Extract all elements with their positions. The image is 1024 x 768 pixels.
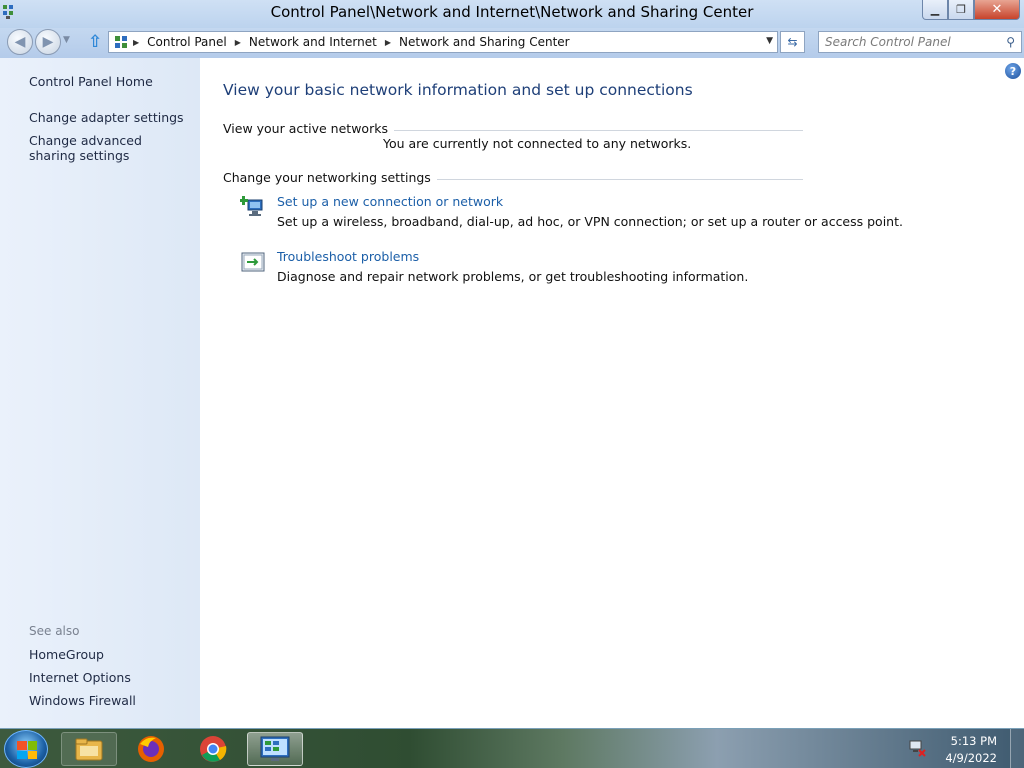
- control-panel-icon: [115, 36, 127, 48]
- minimize-button[interactable]: ▁: [922, 0, 948, 20]
- troubleshoot-description: Diagnose and repair network problems, or…: [277, 269, 749, 284]
- window-controls: ▁ ❐ ✕: [922, 0, 1020, 20]
- address-dropdown-icon[interactable]: ▼: [766, 36, 773, 46]
- breadcrumb-network-and-sharing-center[interactable]: Network and Sharing Center: [399, 35, 570, 49]
- see-also-homegroup[interactable]: HomeGroup: [29, 647, 104, 662]
- clock-time[interactable]: 5:13 PM: [951, 734, 997, 748]
- network-setup-icon: [240, 196, 263, 216]
- troubleshoot-link[interactable]: Troubleshoot problems: [277, 249, 419, 264]
- system-tray: 5:13 PM 4/9/2022: [894, 729, 1024, 768]
- chevron-right-icon[interactable]: ▶: [133, 38, 139, 47]
- restore-button[interactable]: ❐: [948, 0, 974, 20]
- search-icon[interactable]: ⚲: [1006, 35, 1015, 49]
- recent-pages-dropdown[interactable]: ▼: [63, 35, 70, 45]
- troubleshoot-icon: [241, 252, 265, 272]
- back-button[interactable]: ◀: [7, 29, 33, 55]
- chevron-right-icon[interactable]: ▶: [385, 38, 391, 47]
- address-bar[interactable]: ▶ Control Panel ▶ Network and Internet ▶…: [108, 31, 778, 53]
- sidebar: Control Panel Home Change adapter settin…: [0, 58, 200, 728]
- sidebar-item-change-adapter-settings[interactable]: Change adapter settings: [29, 110, 184, 125]
- chrome-logo-icon: [200, 736, 227, 762]
- navigation-bar: ◀ ▶ ▼ ⇧ ▶ Control Panel ▶ Network and In…: [0, 28, 1024, 58]
- control-panel-icon[interactable]: [247, 732, 303, 766]
- connection-status-text: You are currently not connected to any n…: [383, 136, 692, 151]
- setup-connection-link[interactable]: Set up a new connection or network: [277, 194, 503, 209]
- close-button[interactable]: ✕: [974, 0, 1020, 20]
- chrome-icon[interactable]: [185, 732, 241, 766]
- up-arrow-icon[interactable]: ⇧: [88, 32, 102, 52]
- file-explorer-icon[interactable]: [61, 732, 117, 766]
- windows-logo-icon: [17, 741, 37, 759]
- control-panel-window-icon: [260, 736, 290, 761]
- forward-button[interactable]: ▶: [35, 29, 61, 55]
- chevron-right-icon[interactable]: ▶: [235, 38, 241, 47]
- network-disconnected-icon[interactable]: [908, 739, 926, 757]
- sidebar-item-control-panel-home[interactable]: Control Panel Home: [29, 74, 153, 89]
- see-also-internet-options[interactable]: Internet Options: [29, 670, 131, 685]
- breadcrumb-control-panel[interactable]: Control Panel: [147, 35, 227, 49]
- setup-connection-description: Set up a wireless, broadband, dial-up, a…: [277, 214, 903, 229]
- window-title: Control Panel\Network and Internet\Netwo…: [270, 3, 754, 21]
- taskbar: 5:13 PM 4/9/2022: [0, 728, 1024, 768]
- help-icon[interactable]: ?: [1005, 63, 1021, 79]
- start-button[interactable]: [4, 730, 48, 768]
- title-bar: Control Panel\Network and Internet\Netwo…: [0, 0, 1024, 28]
- clock-date[interactable]: 4/9/2022: [945, 751, 997, 765]
- firefox-logo-icon: [138, 736, 164, 762]
- folder-icon: [75, 738, 103, 761]
- search-placeholder: Search Control Panel: [825, 35, 951, 49]
- see-also-label: See also: [29, 624, 80, 638]
- see-also-windows-firewall[interactable]: Windows Firewall: [29, 693, 136, 708]
- main-content: ? View your basic network information an…: [200, 58, 1024, 728]
- refresh-button[interactable]: ⇆: [780, 31, 805, 53]
- sidebar-item-change-advanced-sharing-settings[interactable]: Change advanced sharing settings: [29, 133, 189, 163]
- page-title: View your basic network information and …: [223, 81, 693, 99]
- firefox-icon[interactable]: [123, 732, 179, 766]
- active-networks-label: View your active networks: [223, 121, 394, 136]
- change-settings-label: Change your networking settings: [223, 170, 437, 185]
- search-input[interactable]: Search Control Panel ⚲: [818, 31, 1022, 53]
- breadcrumb-network-and-internet[interactable]: Network and Internet: [249, 35, 377, 49]
- show-desktop-button[interactable]: [1010, 729, 1024, 768]
